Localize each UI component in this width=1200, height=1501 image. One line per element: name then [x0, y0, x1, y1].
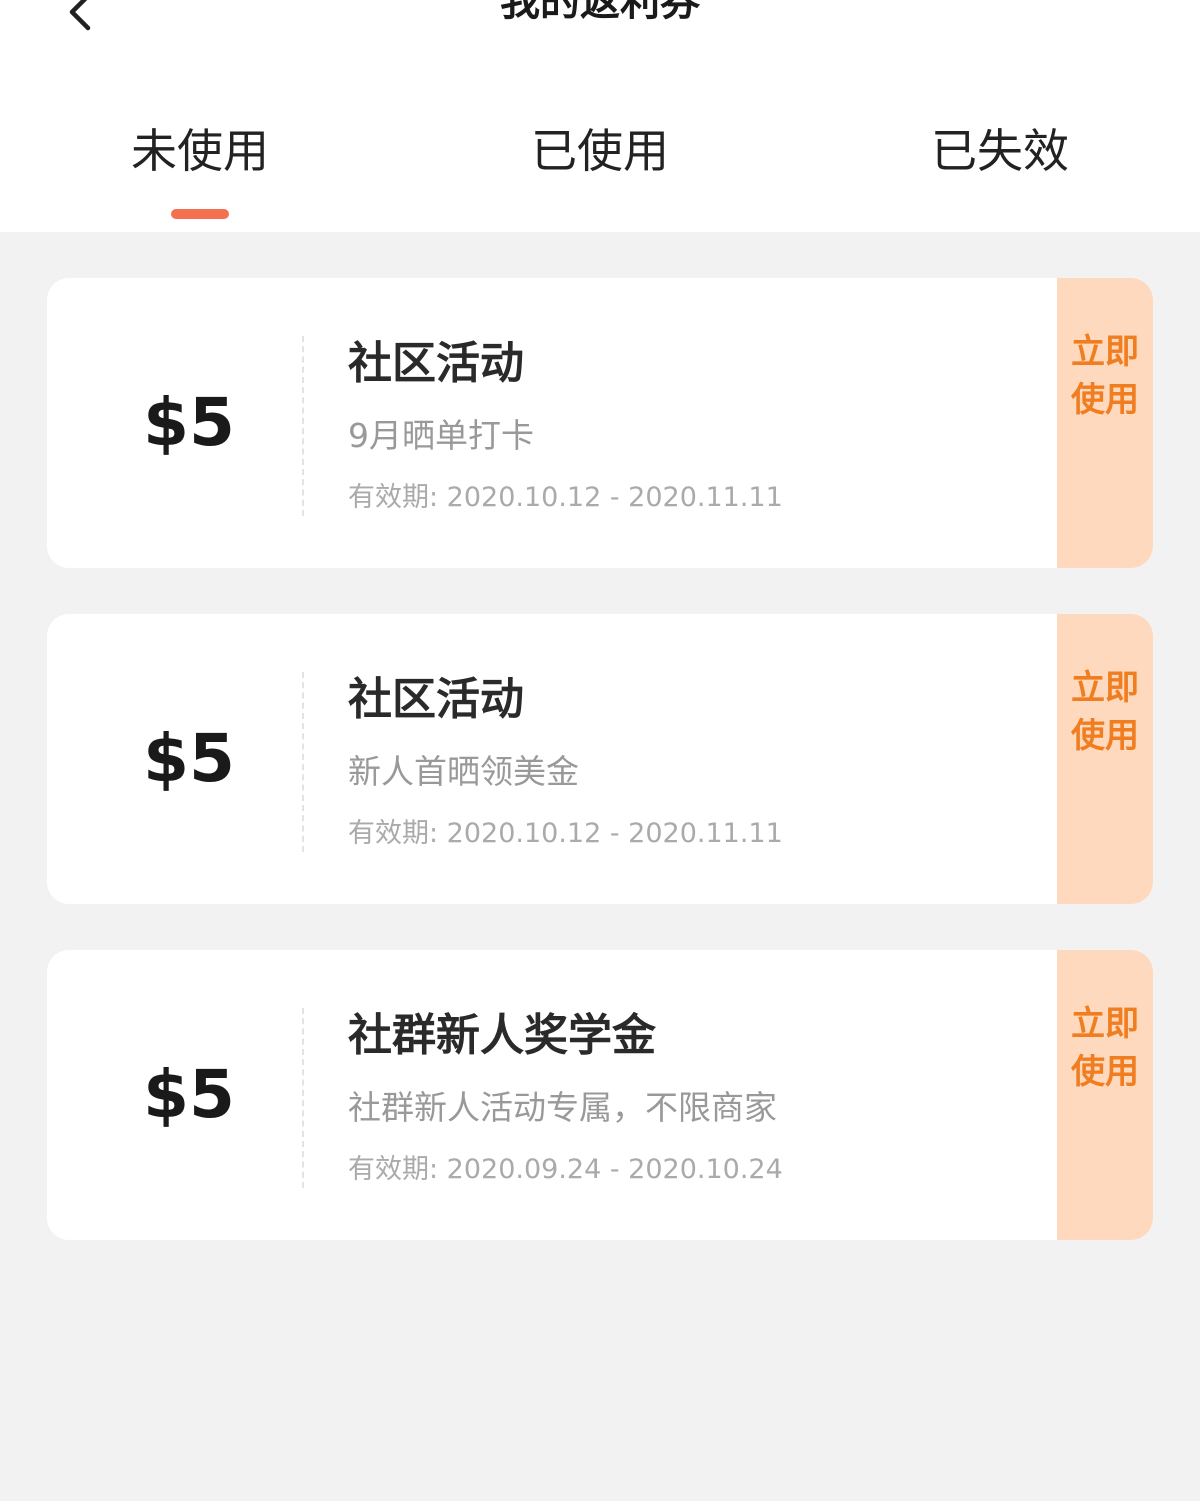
page-title: 我的返利券	[500, 0, 700, 25]
coupon-card: $5 社区活动 新人首晒领美金 有效期: 2020.10.12 - 2020.1…	[47, 614, 1153, 904]
coupon-amount: $5	[143, 384, 235, 461]
coupon-subtitle: 新人首晒领美金	[348, 752, 579, 791]
tab-used[interactable]: 已使用	[400, 118, 800, 184]
use-now-label: 立即使用	[1071, 1004, 1139, 1092]
use-now-button[interactable]: 立即使用	[1049, 278, 1153, 568]
coupon-title: 社区活动	[348, 674, 524, 725]
tab-expired[interactable]: 已失效	[800, 118, 1200, 184]
coupon-amount: $5	[143, 720, 235, 797]
coupon-divider	[302, 1008, 304, 1188]
coupon-divider	[302, 336, 304, 516]
coupon-validity: 有效期: 2020.10.12 - 2020.11.11	[348, 482, 783, 513]
coupon-card: $5 社群新人奖学金 社群新人活动专属，不限商家 有效期: 2020.09.24…	[47, 950, 1153, 1240]
tab-unused[interactable]: 未使用	[0, 118, 400, 184]
use-now-button[interactable]: 立即使用	[1049, 614, 1153, 904]
active-tab-indicator	[171, 209, 229, 219]
use-now-label: 立即使用	[1071, 332, 1139, 420]
coupon-validity: 有效期: 2020.10.12 - 2020.11.11	[348, 818, 783, 849]
use-now-label: 立即使用	[1071, 668, 1139, 756]
coupon-card: $5 社区活动 9月晒单打卡 有效期: 2020.10.12 - 2020.11…	[47, 278, 1153, 568]
coupon-title: 社群新人奖学金	[348, 1010, 656, 1061]
coupon-title: 社区活动	[348, 338, 524, 389]
coupon-subtitle: 社群新人活动专属，不限商家	[348, 1088, 777, 1127]
coupon-amount: $5	[143, 1056, 235, 1133]
use-now-button[interactable]: 立即使用	[1049, 950, 1153, 1240]
top-header: 我的返利券 未使用 已使用 已失效	[0, 0, 1200, 232]
coupon-validity: 有效期: 2020.09.24 - 2020.10.24	[348, 1154, 783, 1185]
coupon-divider	[302, 672, 304, 852]
coupon-subtitle: 9月晒单打卡	[348, 416, 534, 455]
